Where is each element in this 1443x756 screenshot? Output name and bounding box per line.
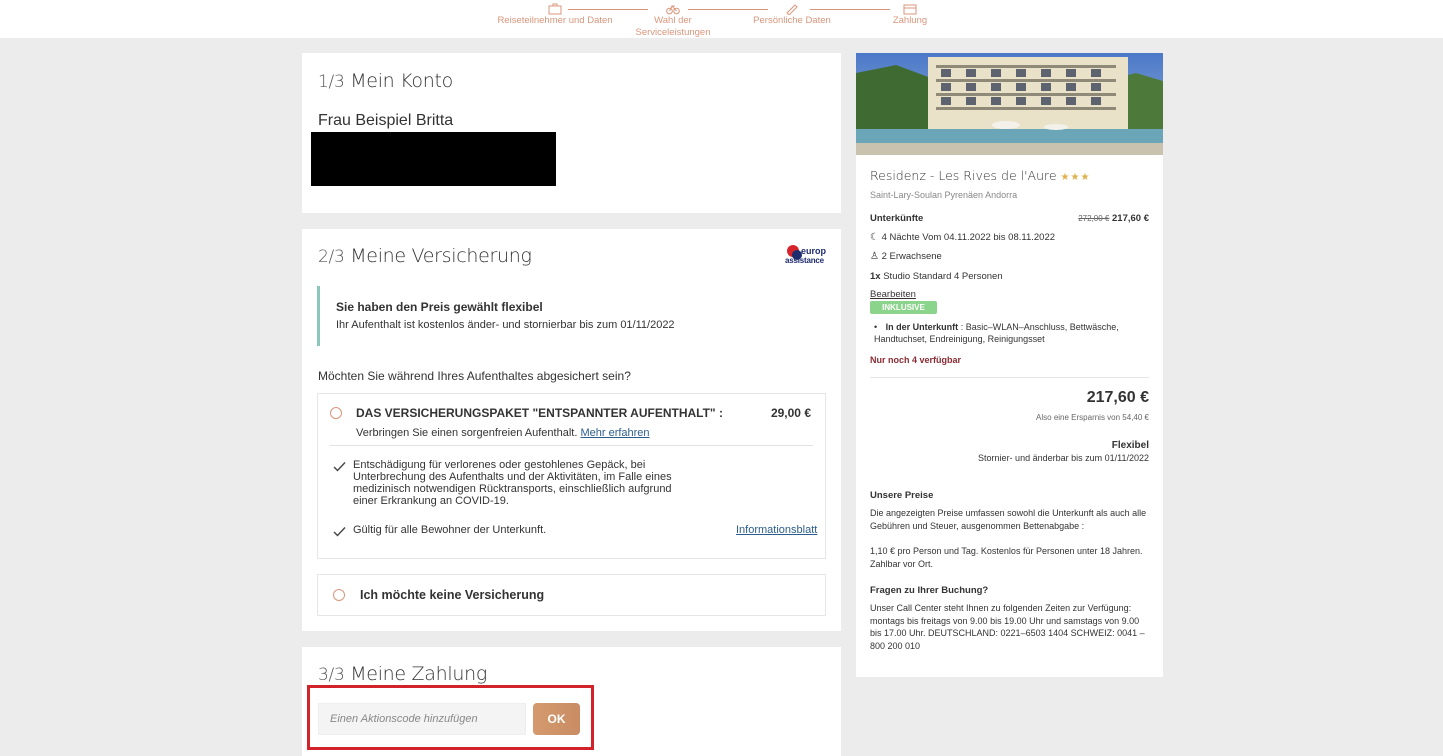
no-insurance-label: Ich möchte keine Versicherung: [360, 588, 545, 602]
flexible-rate-info: Sie haben den Preis gewählt flexibel Ihr…: [317, 286, 825, 346]
moon-icon: ☾: [870, 232, 879, 243]
promo-ok-button[interactable]: OK: [533, 703, 580, 735]
insurance-package-option[interactable]: DAS VERSICHERUNGSPAKET "ENTSPANNTER AUFE…: [317, 393, 826, 559]
nights-text: 4 Nächte Vom 04.11.2022 bis 08.11.2022: [881, 232, 1056, 243]
no-insurance-radio[interactable]: [333, 589, 345, 601]
pen-icon: [785, 3, 799, 16]
accommodations-label: Unterkünfte: [870, 213, 924, 224]
step-number: 3/3: [318, 665, 345, 685]
more-info-link[interactable]: Mehr erfahren: [580, 427, 649, 439]
prices-text: 1,10 € pro Person und Tag. Kostenlos für…: [870, 546, 1143, 569]
booking-summary: Residenz - Les Rives de l'Aure ★★★ Saint…: [856, 53, 1163, 677]
divider: [870, 377, 1149, 378]
guests-row: ♙ 2 Erwachsene: [870, 251, 942, 262]
package-subtitle: Verbringen Sie einen sorgenfreien Aufent…: [356, 427, 650, 439]
rate-name: Flexibel: [1111, 440, 1149, 451]
package-subtitle-text: Verbringen Sie einen sorgenfreien Aufent…: [356, 427, 578, 439]
checkmark-icon: [333, 527, 346, 537]
package-title: DAS VERSICHERUNGSPAKET "ENTSPANNTER AUFE…: [356, 406, 723, 420]
step-personal-data[interactable]: Persönliche Daten: [748, 0, 836, 27]
included-list: • In der Unterkunft : Basic–WLAN–Anschlu…: [874, 322, 1119, 344]
logo-text: europ: [801, 246, 827, 256]
section-title: Meine Versicherung: [350, 245, 532, 267]
info-sheet-link[interactable]: Informationsblatt: [736, 524, 817, 536]
benefit-text: Gültig für alle Bewohner der Unterkunft.: [353, 524, 547, 536]
bullet: •: [874, 322, 878, 332]
hotel-name: Residenz - Les Rives de l'Aure ★★★: [870, 168, 1090, 183]
section-title: Meine Zahlung: [350, 663, 487, 685]
booking-stepper: Reiseteilnehmer und Daten Wahl der Servi…: [0, 0, 1443, 38]
insurance-question: Möchten Sie während Ihres Aufenthaltes a…: [318, 369, 631, 383]
room-qty: 1x: [870, 271, 881, 282]
account-title: 1/3 Mein Konto: [318, 70, 453, 92]
suitcase-icon: [548, 3, 562, 15]
rate-description: Stornier- und änderbar bis zum 01/11/202…: [978, 453, 1149, 463]
account-name: Frau Beispiel Britta: [318, 112, 454, 129]
step-label: Zahlung: [892, 15, 928, 26]
edit-link[interactable]: Bearbeiten: [870, 289, 916, 300]
hotel-name-text: Residenz - Les Rives de l'Aure: [870, 168, 1057, 183]
insurance-card: 2/3 Meine Versicherung europ assistance …: [302, 229, 841, 631]
total-price: 217,60 €: [1086, 389, 1149, 406]
credit-card-icon: [903, 3, 917, 15]
step-services[interactable]: Wahl der Serviceleistungen: [632, 0, 714, 39]
room-row: 1x Studio Standard 4 Personen: [870, 271, 1003, 282]
logo-text: assistance: [785, 256, 824, 265]
step-number: 1/3: [318, 72, 345, 92]
europ-assistance-logo: europ assistance: [785, 243, 827, 271]
info-text: Ihr Aufenthalt ist kostenlos änder- und …: [336, 319, 675, 331]
promo-code-input[interactable]: Einen Aktionscode hinzufügen: [318, 703, 526, 735]
checkmark-icon: [333, 462, 346, 472]
no-insurance-option[interactable]: Ich möchte keine Versicherung: [317, 574, 826, 616]
benefit-text: Entschädigung für verlorenes oder gestoh…: [353, 459, 672, 507]
divider: [330, 445, 813, 446]
hotel-photo: [856, 53, 1163, 155]
new-price: 217,60 €: [1112, 213, 1149, 224]
section-title: Mein Konto: [350, 70, 453, 92]
step-label: Reiseteilnehmer und Daten: [497, 15, 613, 26]
inclusive-badge: INKLUSIVE: [870, 301, 937, 314]
step-payment[interactable]: Zahlung: [880, 0, 940, 27]
payment-title: 3/3 Meine Zahlung: [318, 663, 487, 685]
person-icon: ♙: [870, 251, 879, 262]
room-text: Studio Standard 4 Personen: [883, 271, 1003, 282]
step-label: Wahl der Serviceleistungen: [635, 15, 711, 38]
package-radio[interactable]: [330, 407, 342, 419]
questions-title: Fragen zu Ihrer Buchung?: [870, 585, 989, 596]
availability-text: Nur noch 4 verfügbar: [870, 355, 962, 365]
included-label: In der Unterkunft: [885, 322, 959, 332]
savings-text: Also eine Ersparnis von 54,40 €: [1036, 413, 1149, 422]
old-price: 272,00 €: [1078, 214, 1110, 223]
star-rating: ★★★: [1060, 172, 1091, 183]
step-travelers[interactable]: Reiseteilnehmer und Daten: [496, 0, 614, 27]
redacted-block: [311, 132, 556, 186]
questions-text: Unser Call Center steht Ihnen zu folgend…: [870, 603, 1145, 651]
info-title: Sie haben den Preis gewählt flexibel: [336, 300, 543, 314]
hotel-location: Saint-Lary-Soulan Pyrenäen Andorra: [870, 190, 1018, 200]
step-label: Persönliche Daten: [753, 15, 831, 26]
prices-title: Unsere Preise: [870, 490, 934, 501]
bike-icon: [666, 3, 680, 15]
package-price: 29,00 €: [770, 406, 811, 420]
prices-text: Die angezeigten Preise umfassen sowohl d…: [870, 508, 1147, 531]
step-number: 2/3: [318, 247, 345, 267]
accommodation-price: 272,00 € 217,60 €: [1078, 213, 1149, 224]
insurance-title: 2/3 Meine Versicherung: [318, 245, 532, 267]
account-card: 1/3 Mein Konto Frau Beispiel Britta: [302, 53, 841, 213]
nights-row: ☾ 4 Nächte Vom 04.11.2022 bis 08.11.2022: [870, 232, 1055, 243]
guests-text: 2 Erwachsene: [881, 251, 942, 262]
